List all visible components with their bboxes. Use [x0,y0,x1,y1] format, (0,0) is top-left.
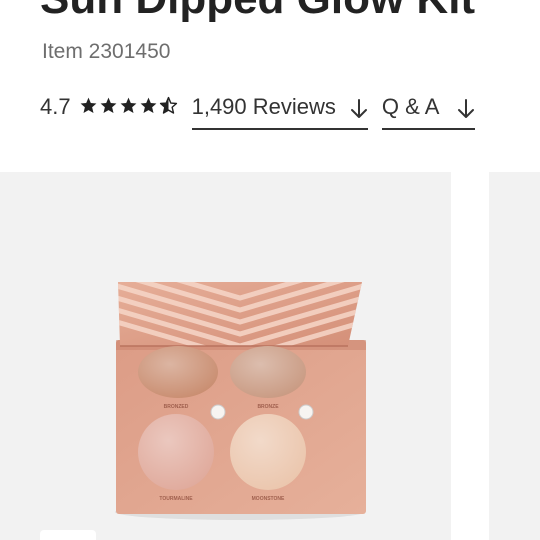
star-rating [79,96,178,115]
product-image: BRONZED BRONZE TOURMALINE MOONSTONE [115,282,366,520]
star-icon [99,96,118,115]
star-icon [79,96,98,115]
product-image-gallery[interactable]: BRONZED BRONZE TOURMALINE MOONSTONE [0,172,451,540]
star-icon [139,96,158,115]
reviews-label: 1,490 Reviews [191,94,336,119]
rating-value: 4.7 [40,94,71,119]
rating-row: 4.7 1,490 Reviews Q & A [40,92,476,132]
shade-label: MOONSTONE [252,496,285,502]
qa-link[interactable]: Q & A [381,92,476,130]
star-icon [119,96,138,115]
shade-label: TOURMALINE [159,496,193,502]
product-title: Sun Dipped Glow Kit [40,0,475,24]
shade-label: BRONZE [257,404,279,410]
image-thumbnail[interactable] [40,530,96,540]
qa-label: Q & A [381,94,440,119]
arrow-down-icon [457,92,475,119]
half-star-icon [159,96,178,115]
next-image-preview[interactable] [489,172,540,540]
item-number: Item 2301450 [42,40,171,63]
reviews-link[interactable]: 1,490 Reviews [191,92,368,130]
shade-label: BRONZED [164,404,189,410]
arrow-down-icon [350,92,368,119]
